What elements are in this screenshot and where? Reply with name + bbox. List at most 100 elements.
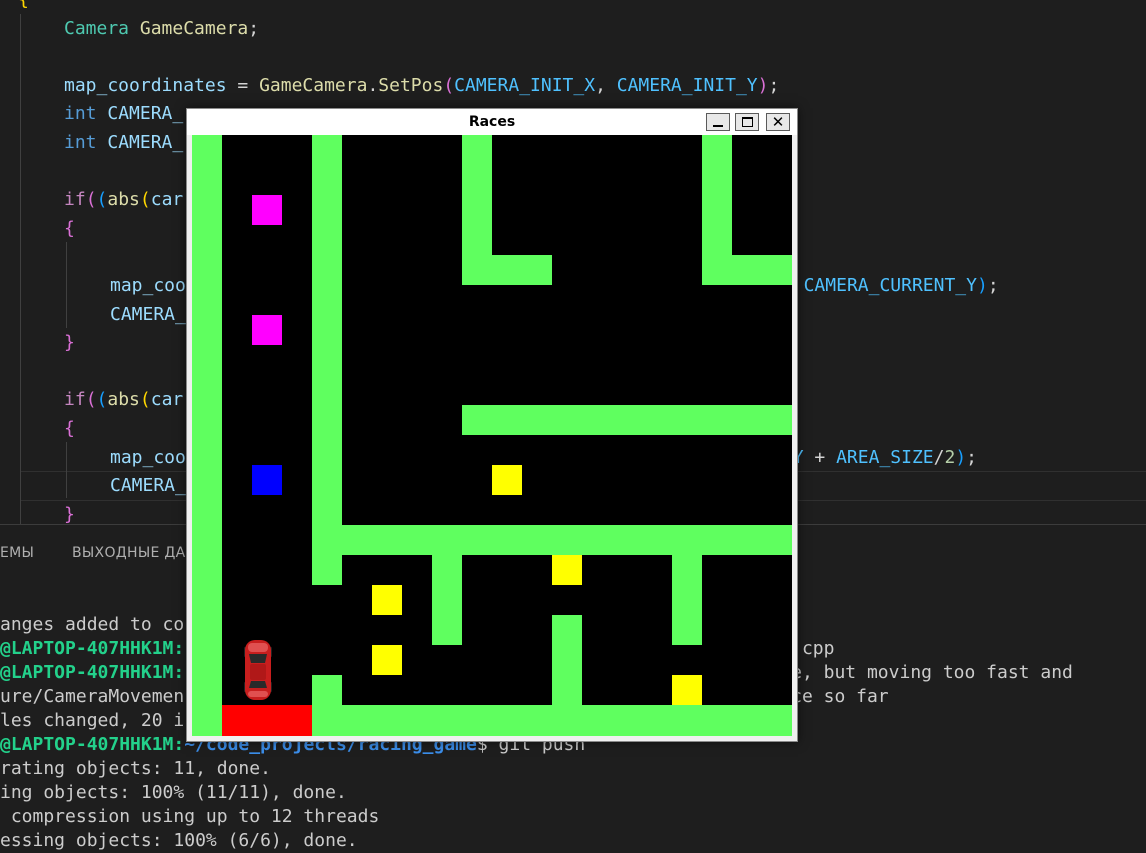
blue-square: [252, 465, 282, 495]
terminal-token: essing objects: 100% (6/6), done.: [0, 830, 358, 851]
terminal-line: essing objects: 100% (6/6), done.: [0, 829, 358, 853]
code-token: (: [85, 389, 97, 411]
track-wall: [702, 255, 792, 285]
code-token: GameCamera: [139, 17, 249, 39]
code-token: CAMERA_: [110, 475, 186, 497]
code-token: car: [150, 389, 184, 411]
code-token: Camera: [64, 17, 130, 39]
terminal-line: ing objects: 100% (11/11), done.: [0, 781, 347, 805]
code-token: 2: [944, 446, 956, 468]
code-token: if: [64, 389, 86, 411]
terminal-token: ure/CameraMovemen: [0, 686, 185, 707]
window-titlebar[interactable]: Races ✕: [187, 109, 797, 135]
code-line: CAMERA_: [110, 472, 186, 500]
code-token: CAMERA_INIT_X: [454, 74, 596, 96]
tab-output[interactable]: ВЫХОДНЫЕ ДА: [72, 545, 186, 561]
track-wall: [312, 525, 792, 555]
track-wall: [462, 255, 552, 285]
track-wall: [432, 525, 462, 645]
code-token: map_coordinates: [64, 74, 227, 96]
close-button[interactable]: ✕: [766, 113, 790, 131]
yellow-square: [372, 585, 402, 615]
code-token: {: [64, 418, 75, 439]
code-token: (: [96, 189, 108, 211]
track-wall: [462, 405, 792, 435]
code-token: abs: [107, 189, 140, 211]
code-line: int CAMERA_: [64, 129, 183, 157]
track-wall: [672, 525, 702, 645]
code-line: map_coordinates = GameCamera.SetPos(CAME…: [64, 72, 779, 100]
code-line: }: [64, 329, 75, 357]
code-line: int CAMERA_: [64, 100, 183, 128]
code-line: if((abs(car: [64, 386, 183, 414]
code-token: map_coo: [110, 446, 186, 468]
maximize-button[interactable]: [735, 113, 759, 131]
terminal-line: compression using up to 12 threads: [0, 805, 379, 829]
terminal-token: les changed, 20 i: [0, 710, 185, 731]
code-token: {: [18, 0, 29, 10]
races-window: Races ✕: [186, 108, 798, 742]
magenta-square: [252, 195, 282, 225]
yellow-square: [492, 465, 522, 495]
code-line: {: [18, 0, 29, 14]
minimize-icon: [713, 125, 723, 127]
code-token: CAMERA_INIT_Y: [616, 74, 758, 96]
code-line: if((abs(car: [64, 186, 183, 214]
track-wall: [312, 135, 342, 585]
code-token: ): [757, 74, 769, 96]
code-token: }: [64, 332, 75, 354]
yellow-square: [372, 645, 402, 675]
code-token: car: [150, 189, 184, 211]
code-token: ;: [248, 17, 260, 39]
code-token: abs: [107, 389, 140, 411]
tab-problems[interactable]: ЕМЫ: [0, 545, 34, 561]
terminal-line: rating objects: 11, done.: [0, 757, 271, 781]
code-token: GameCamera: [259, 74, 368, 96]
code-line: {: [64, 415, 75, 443]
finish-line: [222, 705, 312, 736]
maximize-icon: [742, 117, 753, 127]
terminal-line: anges added to co: [0, 613, 184, 637]
code-line: Camera GameCamera;: [64, 15, 259, 43]
yellow-square: [672, 675, 702, 705]
code-token: (: [96, 389, 108, 411]
player-car-icon: [244, 640, 272, 700]
terminal-token: @LAPTOP-407HHK1M:: [0, 734, 185, 755]
terminal-token: compression using up to 12 threads: [0, 806, 380, 827]
code-token: int: [64, 103, 97, 125]
code-line: {: [64, 215, 75, 243]
code-token: (: [85, 189, 97, 211]
code-line: CAMERA_: [110, 301, 186, 329]
code-line: }: [64, 501, 75, 524]
code-token: (: [443, 74, 455, 96]
code-token: ;: [768, 74, 780, 96]
code-token: (: [139, 189, 151, 211]
code-token: ,: [595, 74, 617, 96]
code-token: int: [64, 132, 97, 153]
track-wall: [312, 705, 792, 736]
code-token: ): [955, 446, 967, 468]
terminal-token: @LAPTOP-407HHK1M:: [0, 638, 185, 659]
indent-guide: [20, 14, 21, 524]
terminal-token: anges added to co: [0, 614, 185, 635]
code-token: (: [139, 389, 151, 411]
code-token: /: [933, 446, 945, 468]
code-token: ): [976, 275, 988, 296]
code-token: +: [803, 446, 837, 468]
indent-guide: [66, 442, 67, 498]
code-token: CAMERA_: [110, 303, 186, 325]
magenta-square: [252, 315, 282, 345]
terminal-line: les changed, 20 i: [0, 709, 184, 733]
terminal-token: rating objects: 11, done.: [0, 758, 271, 779]
code-token: =: [226, 74, 260, 96]
yellow-square: [552, 555, 582, 585]
terminal-token: @LAPTOP-407HHK1M:: [0, 662, 185, 683]
code-token: .: [367, 74, 379, 96]
minimize-button[interactable]: [706, 113, 730, 131]
game-canvas[interactable]: [192, 135, 792, 736]
code-token: AREA_SIZE: [836, 446, 934, 468]
code-token: CAMERA_CURRENT_Y: [803, 275, 977, 296]
code-token: if: [64, 189, 86, 211]
